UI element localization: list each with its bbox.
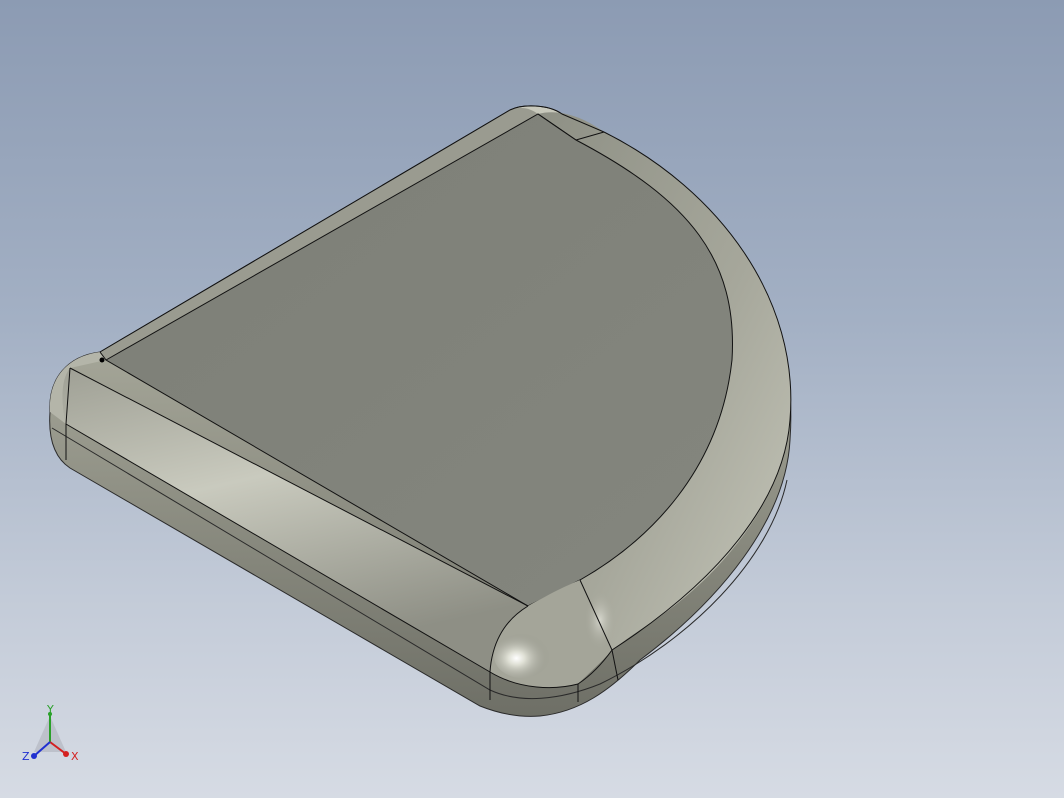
z-axis-tip [31, 753, 37, 759]
vertex-point [99, 357, 105, 363]
y-axis-label: Y [46, 704, 54, 716]
x-axis-tip [63, 751, 69, 757]
orientation-triad[interactable]: Y X Z [18, 704, 88, 770]
z-axis-label: Z [22, 750, 30, 763]
graphics-viewport[interactable]: Y X Z [0, 0, 1064, 798]
x-axis-label: X [71, 750, 79, 763]
model-view[interactable] [0, 0, 1064, 798]
corner-highlight [494, 634, 550, 678]
